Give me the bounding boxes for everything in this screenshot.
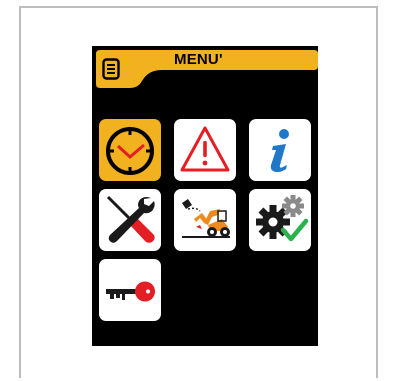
tile-clock[interactable] [99, 119, 161, 181]
info-icon [270, 129, 289, 173]
display-screen: MENU' [92, 46, 318, 346]
tile-info[interactable] [249, 119, 311, 181]
settings-gears-icon [256, 195, 309, 242]
hamburger-icon[interactable] [102, 58, 120, 80]
warning-icon [180, 126, 230, 172]
tile-machine[interactable] [174, 189, 236, 251]
tools-icon [106, 195, 155, 243]
tile-warning[interactable] [174, 119, 236, 181]
tile-key[interactable] [99, 259, 161, 321]
key-icon [106, 281, 155, 302]
machine-icon [182, 199, 230, 238]
tile-settings[interactable] [249, 189, 311, 251]
clock-icon [106, 127, 154, 175]
tile-tools[interactable] [99, 189, 161, 251]
menu-header: MENU' [92, 46, 318, 90]
page-title: MENU' [174, 51, 223, 68]
